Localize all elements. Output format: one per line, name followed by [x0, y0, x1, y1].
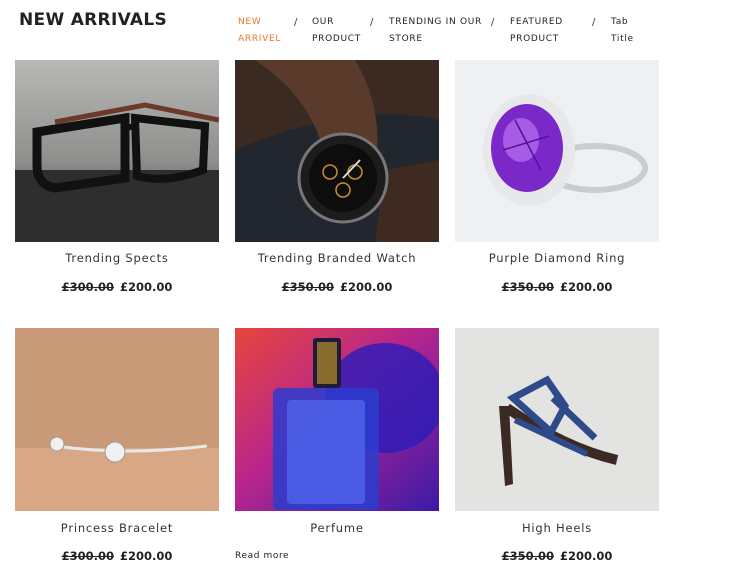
product-price: £300.00 £200.00 — [15, 549, 219, 563]
tab-our-product[interactable]: OUR PRODUCT — [312, 14, 361, 48]
old-price: £350.00 — [281, 280, 334, 294]
category-tabs: NEW ARRIVEL / OUR PRODUCT / TRENDING IN … — [0, 14, 735, 50]
read-more-link[interactable]: Read more — [235, 551, 289, 561]
product-name[interactable]: High Heels — [455, 521, 659, 535]
product-name[interactable]: Trending Spects — [15, 251, 219, 265]
sale-price: £200.00 — [560, 280, 613, 294]
product-image-perfume[interactable] — [235, 328, 439, 511]
product-price: £350.00 £200.00 — [235, 280, 439, 294]
tab-label-line2: ARRIVEL — [238, 34, 282, 44]
tab-title[interactable]: Tab Title — [611, 14, 634, 48]
old-price: £300.00 — [61, 280, 114, 294]
perfume-photo — [235, 328, 439, 511]
tab-label-line2: Title — [611, 34, 634, 44]
tab-label-line1: FEATURED — [510, 17, 563, 27]
old-price: £300.00 — [61, 549, 114, 563]
product-image-bracelet[interactable] — [15, 328, 219, 511]
tab-featured-product[interactable]: FEATURED PRODUCT — [510, 14, 563, 48]
old-price: £350.00 — [501, 549, 554, 563]
tab-trending-in-our-store[interactable]: TRENDING IN OUR STORE — [389, 14, 482, 48]
heels-photo — [455, 328, 659, 511]
product-name[interactable]: Purple Diamond Ring — [455, 251, 659, 265]
ring-photo — [455, 60, 659, 242]
tab-separator: / — [370, 17, 374, 28]
tab-label-line2: PRODUCT — [510, 34, 559, 44]
bracelet-photo — [15, 328, 219, 511]
sale-price: £200.00 — [560, 549, 613, 563]
product-price: £300.00 £200.00 — [15, 280, 219, 294]
product-name[interactable]: Perfume — [235, 521, 439, 535]
watch-photo — [235, 60, 439, 242]
tab-label-line2: STORE — [389, 34, 423, 44]
tab-label-line1: OUR — [312, 17, 335, 27]
product-name[interactable]: Princess Bracelet — [15, 521, 219, 535]
sale-price: £200.00 — [120, 280, 173, 294]
old-price: £350.00 — [501, 280, 554, 294]
tab-label-line2: PRODUCT — [312, 34, 361, 44]
product-image-watch[interactable] — [235, 60, 439, 242]
tab-label-line1: NEW — [238, 17, 262, 27]
tab-new-arrival[interactable]: NEW ARRIVEL — [238, 14, 281, 48]
tab-separator: / — [491, 17, 495, 28]
product-price: £350.00 £200.00 — [455, 280, 659, 294]
product-image-spectacles[interactable] — [15, 60, 219, 242]
spectacles-photo — [15, 60, 219, 242]
product-price: £350.00 £200.00 — [455, 549, 659, 563]
tab-separator: / — [592, 17, 596, 28]
sale-price: £200.00 — [120, 549, 173, 563]
product-name[interactable]: Trending Branded Watch — [235, 251, 439, 265]
product-image-ring[interactable] — [455, 60, 659, 242]
tab-label-line1: Tab — [611, 17, 629, 27]
tab-separator: / — [294, 17, 298, 28]
tab-label-line1: TRENDING IN OUR — [389, 17, 482, 27]
product-image-heels[interactable] — [455, 328, 659, 511]
sale-price: £200.00 — [340, 280, 393, 294]
